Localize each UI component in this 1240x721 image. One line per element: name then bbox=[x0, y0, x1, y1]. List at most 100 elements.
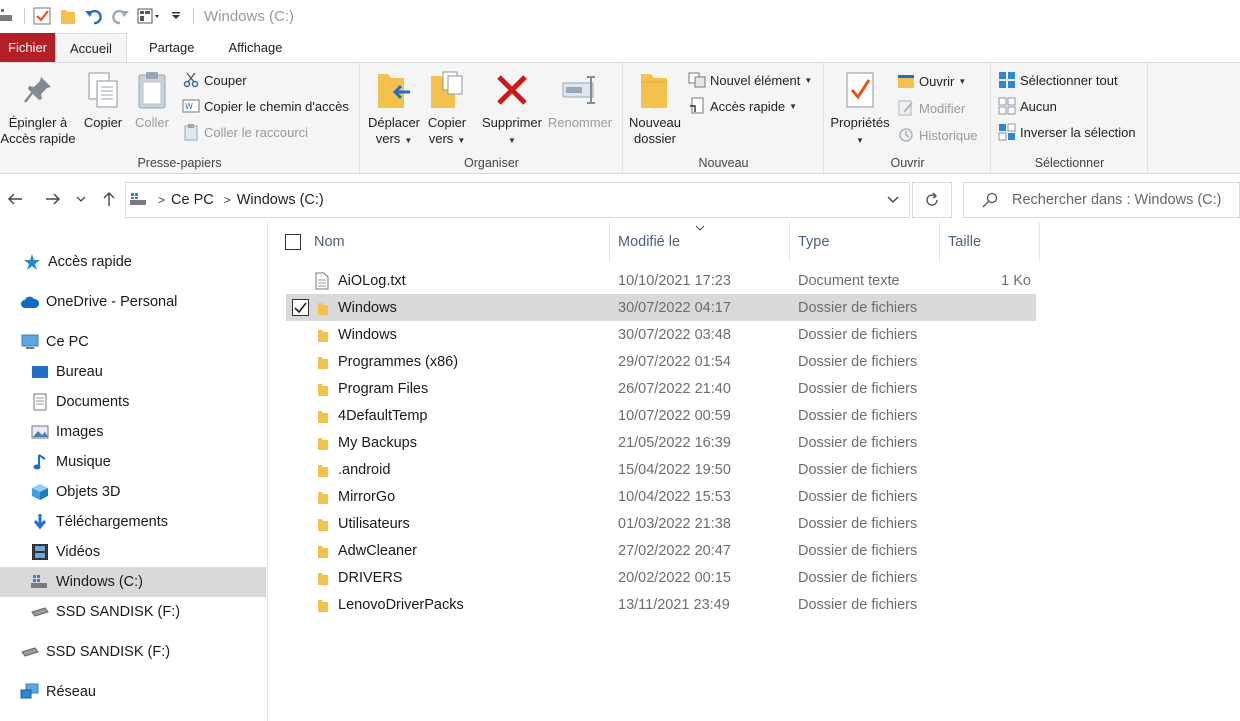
quick-access-toolbar bbox=[0, 0, 200, 32]
up-arrow-icon[interactable] bbox=[98, 188, 120, 210]
breadcrumb-drive[interactable]: Windows (C:) bbox=[237, 192, 324, 208]
tab-file[interactable]: Fichier bbox=[0, 33, 56, 62]
tab-home[interactable]: Accueil bbox=[55, 33, 127, 62]
breadcrumb-separator-icon[interactable]: > bbox=[224, 193, 231, 207]
history-button[interactable]: Historique bbox=[897, 124, 978, 146]
search-box[interactable]: Rechercher dans : Windows (C:) bbox=[963, 182, 1240, 218]
nav-downloads[interactable]: Téléchargements bbox=[0, 507, 266, 537]
file-name: Program Files bbox=[338, 380, 429, 397]
file-row[interactable]: AiOLog.txt 10/10/2021 17:23 Document texte… bbox=[286, 267, 1036, 294]
delete-button[interactable]: Supprimer ▼ bbox=[479, 69, 545, 149]
copy-path-icon: W bbox=[182, 97, 200, 115]
pin-quick-access-button[interactable]: Épingler à Accès rapide bbox=[0, 69, 76, 147]
column-header-size[interactable]: Taille bbox=[940, 222, 1040, 262]
file-size bbox=[1001, 402, 1031, 429]
nav-music[interactable]: Musique bbox=[0, 447, 266, 477]
new-folder-label-line2: dossier bbox=[634, 131, 676, 146]
file-row[interactable]: Program Files 26/07/2022 21:40 Dossier de … bbox=[286, 375, 1036, 402]
file-row[interactable]: My Backups 21/05/2022 16:39 Dossier de fic… bbox=[286, 429, 1036, 456]
select-all-checkbox[interactable] bbox=[285, 234, 301, 250]
row-checkbox[interactable] bbox=[292, 294, 309, 321]
redo-icon[interactable] bbox=[109, 5, 131, 27]
history-label: Historique bbox=[919, 127, 978, 143]
ribbon-tabs: Fichier Accueil Partage Affichage bbox=[0, 33, 1240, 62]
nav-onedrive[interactable]: OneDrive - Personal bbox=[0, 287, 266, 317]
forward-arrow-icon[interactable] bbox=[42, 188, 64, 210]
refresh-button[interactable] bbox=[912, 182, 952, 218]
copy-to-label-line2: vers bbox=[428, 131, 454, 146]
file-size bbox=[1001, 591, 1031, 618]
nav-desktop[interactable]: Bureau bbox=[0, 357, 266, 387]
documents-icon bbox=[30, 392, 50, 412]
view-options-icon[interactable] bbox=[135, 5, 165, 27]
paste-shortcut-button[interactable]: Coller le raccourci bbox=[182, 121, 308, 143]
move-to-label-line2: vers bbox=[375, 131, 401, 146]
breadcrumb-this-pc[interactable]: Ce PC bbox=[171, 192, 214, 208]
nav-label: Bureau bbox=[56, 364, 103, 380]
invert-selection-button[interactable]: Inverser la sélection bbox=[998, 121, 1136, 143]
cut-button[interactable]: Couper bbox=[182, 69, 247, 91]
easy-access-button[interactable]: Accès rapide ▼ bbox=[688, 95, 797, 117]
file-row[interactable]: Windows 30/07/2022 03:48 Dossier de fichie… bbox=[286, 321, 1036, 348]
chevron-down-icon: ▼ bbox=[804, 75, 813, 85]
select-none-icon bbox=[998, 97, 1016, 115]
copy-to-button[interactable]: Copier vers ▼ bbox=[423, 69, 471, 149]
file-row[interactable]: Utilisateurs 01/03/2022 21:38 Dossier de f… bbox=[286, 510, 1036, 537]
new-item-button[interactable]: Nouvel élément ▼ bbox=[688, 69, 812, 91]
tab-share[interactable]: Partage bbox=[127, 33, 209, 62]
nav-quick-access[interactable]: Accès rapide bbox=[0, 247, 266, 277]
file-type: Dossier de fichiers bbox=[798, 299, 918, 316]
nav-pictures[interactable]: Images bbox=[0, 417, 266, 447]
select-none-button[interactable]: Aucun bbox=[998, 95, 1057, 117]
nav-this-pc[interactable]: Ce PC bbox=[0, 327, 266, 357]
column-header-name[interactable]: Nom bbox=[306, 222, 610, 262]
file-row[interactable]: AdwCleaner 27/02/2022 20:47 Dossier de fic… bbox=[286, 537, 1036, 564]
star-icon bbox=[22, 252, 42, 272]
file-row[interactable]: .android 15/04/2022 19:50 Dossier de fichi… bbox=[286, 456, 1036, 483]
open-button[interactable]: Ouvrir ▼ bbox=[897, 70, 966, 92]
copy-path-label: Copier le chemin d'accès bbox=[204, 98, 349, 114]
nav-drive-c[interactable]: Windows (C:) bbox=[0, 567, 266, 597]
edit-button[interactable]: Modifier bbox=[897, 97, 965, 119]
copy-button[interactable]: Copier bbox=[80, 69, 126, 131]
customize-toolbar-icon[interactable] bbox=[169, 5, 183, 27]
file-size bbox=[1001, 510, 1031, 537]
select-group: Sélectionner tout Aucun Inverser la séle… bbox=[992, 63, 1148, 173]
address-dropdown-chevron-icon[interactable] bbox=[887, 196, 899, 204]
properties-button[interactable]: Propriétés ▼ bbox=[827, 69, 893, 149]
move-to-button[interactable]: Déplacer vers ▼ bbox=[365, 69, 423, 149]
nav-videos[interactable]: Vidéos bbox=[0, 537, 266, 567]
back-arrow-icon[interactable] bbox=[4, 188, 26, 210]
delete-x-icon bbox=[492, 69, 532, 111]
edit-label: Modifier bbox=[919, 100, 966, 116]
tab-view[interactable]: Affichage bbox=[208, 33, 296, 62]
select-all-label: Sélectionner tout bbox=[1020, 72, 1118, 88]
nav-ssd-sandisk[interactable]: SSD SANDISK (F:) bbox=[0, 597, 266, 627]
address-bar[interactable]: > Ce PC > Windows (C:) bbox=[125, 182, 910, 218]
nav-3d-objects[interactable]: Objets 3D bbox=[0, 477, 266, 507]
file-row[interactable]: Programmes (x86) 29/07/2022 01:54 Dossier … bbox=[286, 348, 1036, 375]
paste-button[interactable]: Coller bbox=[130, 69, 174, 131]
properties-check-icon[interactable] bbox=[31, 5, 53, 27]
nav-ssd-sandisk-root[interactable]: SSD SANDISK (F:) bbox=[0, 637, 266, 667]
open-folder-icon bbox=[897, 72, 915, 90]
chevron-down-icon: ▼ bbox=[457, 136, 466, 145]
file-row[interactable]: LenovoDriverPacks 13/11/2021 23:49 Dossier… bbox=[286, 591, 1036, 618]
nav-label: Objets 3D bbox=[56, 484, 121, 500]
rename-button[interactable]: Renommer bbox=[547, 69, 613, 131]
nav-network[interactable]: Réseau bbox=[0, 677, 266, 707]
network-icon bbox=[20, 682, 40, 702]
nav-documents[interactable]: Documents bbox=[0, 387, 266, 417]
copy-path-button[interactable]: W Copier le chemin d'accès bbox=[182, 95, 349, 117]
breadcrumb-separator-icon[interactable]: > bbox=[158, 193, 165, 207]
file-row[interactable]: 4DefaultTemp 10/07/2022 00:59 Dossier de f… bbox=[286, 402, 1036, 429]
undo-icon[interactable] bbox=[83, 5, 105, 27]
select-all-button[interactable]: Sélectionner tout bbox=[998, 69, 1118, 91]
new-folder-icon[interactable] bbox=[57, 5, 79, 27]
file-row[interactable]: Windows 30/07/2022 04:17 Dossier de fichie… bbox=[286, 294, 1036, 321]
file-row[interactable]: DRIVERS 20/02/2022 00:15 Dossier de fichie… bbox=[286, 564, 1036, 591]
column-header-type[interactable]: Type bbox=[790, 222, 940, 262]
file-row[interactable]: MirrorGo 10/04/2022 15:53 Dossier de fichi… bbox=[286, 483, 1036, 510]
recent-locations-chevron-icon[interactable] bbox=[73, 188, 89, 210]
new-folder-button[interactable]: Nouveau dossier bbox=[624, 69, 686, 147]
